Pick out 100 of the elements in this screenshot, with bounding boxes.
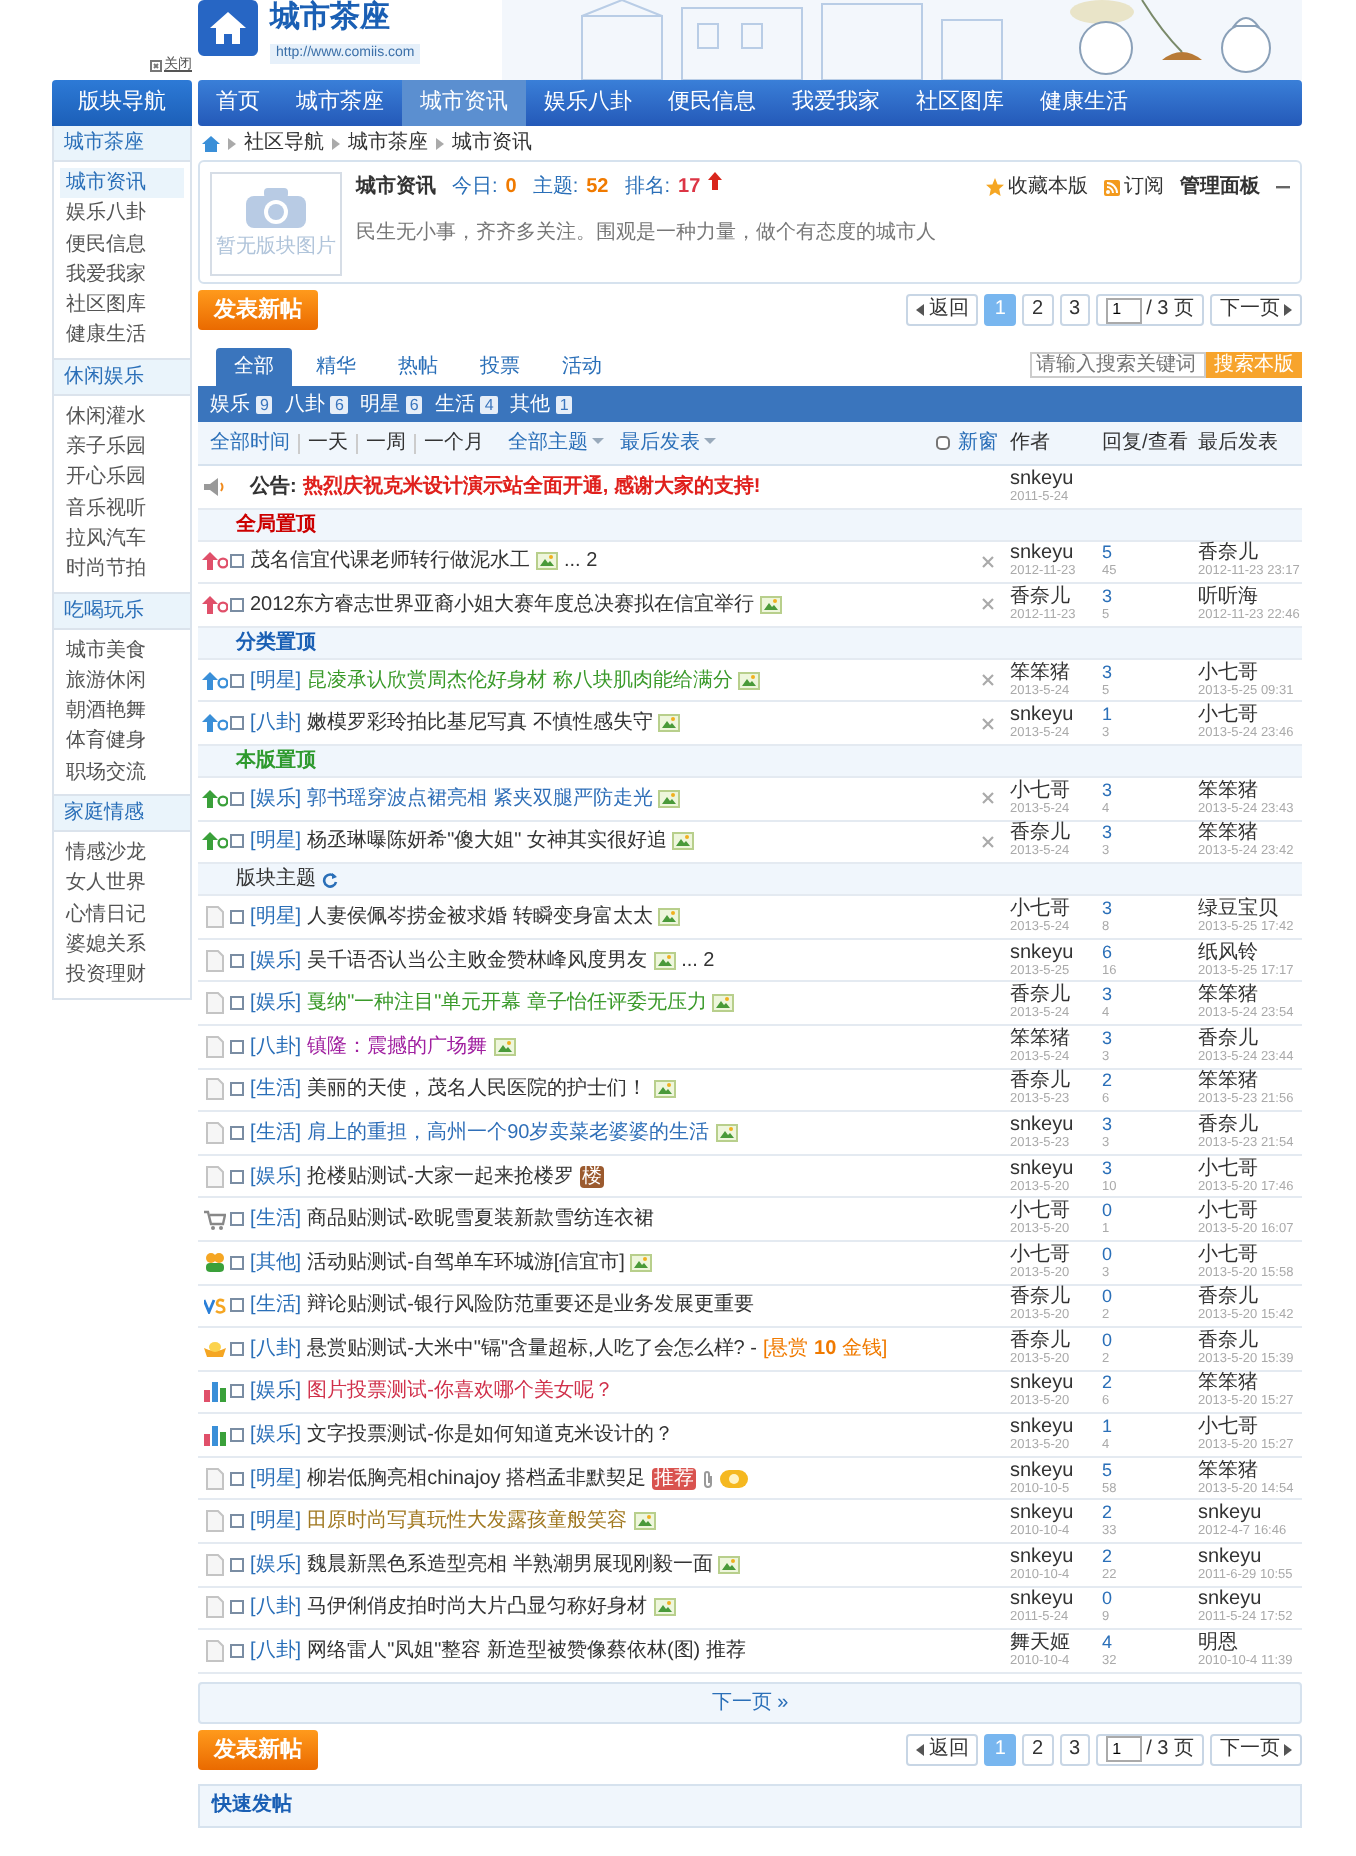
username-link[interactable]: 笨笨猪: [1010, 1027, 1102, 1050]
thread-title-link[interactable]: 柳岩低胸亮相chinajoy 搭档孟非默契足: [307, 1463, 647, 1494]
username-link[interactable]: 小七哥: [1198, 1243, 1302, 1266]
back-button[interactable]: 返回: [906, 294, 979, 326]
category-link[interactable]: [娱乐]: [250, 1549, 302, 1580]
username-link[interactable]: snkeyu: [1198, 1502, 1302, 1525]
username-link[interactable]: 小七哥: [1198, 661, 1302, 684]
nav-tab[interactable]: 首页: [198, 80, 278, 126]
checkbox-icon[interactable]: [230, 1082, 244, 1097]
thread-title-link[interactable]: 马伊俐俏皮拍时尚大片凸显匀称好身材: [307, 1592, 648, 1623]
username-link[interactable]: 小七哥: [1010, 779, 1102, 802]
sidebar-item[interactable]: 音乐视听: [60, 493, 184, 524]
checkbox-icon[interactable]: [230, 1298, 244, 1313]
thread-title-link[interactable]: 昆凌承认欣赏周杰伦好身材 称八块肌肉能给满分: [307, 665, 733, 696]
back-button[interactable]: 返回: [906, 1733, 979, 1766]
username-link[interactable]: snkeyu: [1010, 1372, 1102, 1395]
filter-tab[interactable]: 精华: [298, 348, 374, 386]
category-link[interactable]: [明星]: [250, 665, 302, 696]
username-link[interactable]: 舞天姬: [1010, 1632, 1102, 1655]
sidebar-item[interactable]: 投资理财: [60, 960, 184, 992]
time-filter-link[interactable]: 一周: [356, 433, 414, 453]
category-link[interactable]: 其他: [509, 389, 550, 419]
category-link[interactable]: [生活]: [250, 1117, 302, 1148]
nav-tab[interactable]: 健康生活: [1022, 80, 1146, 126]
category-link[interactable]: [娱乐]: [250, 1420, 302, 1451]
sidebar-group-header[interactable]: 家庭情感: [54, 794, 190, 833]
category-link[interactable]: [其他]: [250, 1247, 302, 1278]
category-link[interactable]: [八卦]: [250, 1592, 302, 1623]
username-link[interactable]: snkeyu: [1010, 704, 1102, 727]
username-link[interactable]: snkeyu: [1198, 1545, 1302, 1568]
home-icon[interactable]: [202, 135, 220, 151]
checkbox-icon[interactable]: [230, 1212, 244, 1227]
category-link[interactable]: [八卦]: [250, 1333, 302, 1364]
category-link[interactable]: [娱乐]: [250, 1376, 302, 1407]
thread-title-link[interactable]: 活动贴测试-自驾单车环城游[信宜市]: [307, 1247, 625, 1278]
category-link[interactable]: 八卦: [284, 389, 325, 419]
nav-tab[interactable]: 娱乐八卦: [526, 80, 650, 126]
next-page-bar[interactable]: 下一页 »: [198, 1681, 1302, 1724]
username-link[interactable]: 小七哥: [1198, 1200, 1302, 1223]
username-link[interactable]: snkeyu: [1198, 1588, 1302, 1611]
category-link[interactable]: [生活]: [250, 1074, 302, 1105]
sidebar-item[interactable]: 城市资讯: [60, 168, 184, 199]
username-link[interactable]: 香奈儿: [1198, 1329, 1302, 1352]
thread-title-link[interactable]: 美丽的天使，茂名人民医院的护士们！: [307, 1074, 648, 1105]
breadcrumb-link[interactable]: 社区导航: [244, 128, 324, 158]
thread-title-link[interactable]: 魏晨新黑色系造型亮相 半熟潮男展现刚毅一面: [307, 1549, 713, 1580]
checkbox-icon[interactable]: [230, 1600, 244, 1615]
sidebar-item[interactable]: 我爱我家: [60, 259, 184, 291]
category-link[interactable]: [明星]: [250, 826, 302, 857]
sidebar-item[interactable]: 职场交流: [60, 757, 184, 789]
sidebar-group-header[interactable]: 吃喝玩乐: [54, 591, 190, 630]
thread-title-link[interactable]: 人妻侯佩岑捞金被求婚 转瞬变身富太太: [307, 901, 653, 932]
sidebar-item[interactable]: 城市美食: [60, 635, 184, 666]
username-link[interactable]: 香奈儿: [1010, 1070, 1102, 1093]
sidebar-item[interactable]: 社区图库: [60, 290, 184, 321]
page-button[interactable]: 3: [1059, 294, 1091, 326]
time-filter-link[interactable]: 全部时间: [210, 433, 298, 453]
sidebar-item[interactable]: 休闲灌水: [60, 401, 184, 433]
sidebar-item[interactable]: 健康生活: [60, 320, 184, 352]
username-link[interactable]: 笨笨猪: [1198, 779, 1302, 802]
checkbox-icon[interactable]: [230, 791, 244, 806]
username-link[interactable]: snkeyu: [1010, 1502, 1102, 1525]
category-link[interactable]: [八卦]: [250, 1636, 302, 1667]
breadcrumb-link[interactable]: 城市资讯: [452, 128, 532, 158]
sidebar-item[interactable]: 心情日记: [60, 899, 184, 930]
new-window-checkbox[interactable]: [936, 436, 950, 450]
thread-title-link[interactable]: 图片投票测试-你喜欢哪个美女呢？: [307, 1376, 614, 1407]
checkbox-icon[interactable]: [230, 1169, 244, 1184]
username-link[interactable]: snkeyu: [1010, 941, 1102, 964]
time-filter-link[interactable]: 一个月: [414, 433, 492, 453]
page-links[interactable]: ... 2: [681, 945, 715, 976]
sidebar-item[interactable]: 拉风汽车: [60, 523, 184, 555]
nav-tab[interactable]: 城市茶座: [278, 80, 402, 126]
username-link[interactable]: 香奈儿: [1010, 585, 1102, 608]
sidebar-item[interactable]: 情感沙龙: [60, 838, 184, 869]
thread-title-link[interactable]: 郭书瑶穿波点裙亮相 紧夹双腿严防走光: [307, 783, 653, 814]
category-link[interactable]: [生活]: [250, 1290, 302, 1321]
thread-title-link[interactable]: 肩上的重担，高州一个90岁卖菜老婆婆的生活: [307, 1117, 710, 1148]
username-link[interactable]: 笨笨猪: [1198, 822, 1302, 845]
username-link[interactable]: snkeyu: [1010, 1157, 1102, 1180]
thread-title-link[interactable]: 抢楼贴测试-大家一起来抢楼罗: [307, 1161, 574, 1192]
username-link[interactable]: 笨笨猪: [1010, 661, 1102, 684]
thread-title-link[interactable]: 镇隆：震撼的广场舞: [307, 1031, 488, 1062]
category-link[interactable]: [娱乐]: [250, 1161, 302, 1192]
category-link[interactable]: [娱乐]: [250, 988, 302, 1019]
sidebar-item[interactable]: 娱乐八卦: [60, 198, 184, 230]
thread-title-link[interactable]: 戛纳"一种注目"单元开幕 章子怡任评委无压力: [307, 988, 707, 1019]
close-icon[interactable]: [982, 835, 994, 848]
checkbox-icon[interactable]: [230, 1125, 244, 1140]
username-link[interactable]: 笨笨猪: [1198, 984, 1302, 1007]
sort-dropdown[interactable]: 全部主题: [508, 428, 604, 458]
time-filter-link[interactable]: 一天: [298, 433, 356, 453]
username-link[interactable]: 小七哥: [1198, 1157, 1302, 1180]
thread-title-link[interactable]: 杨丞琳曝陈妍希"傻大姐" 女神其实很好追: [307, 826, 667, 857]
category-link[interactable]: 娱乐: [210, 389, 250, 419]
username-link[interactable]: 香奈儿: [1010, 822, 1102, 845]
category-link[interactable]: [明星]: [250, 1506, 302, 1537]
sort-dropdown[interactable]: 最后发表: [620, 428, 716, 458]
username-link[interactable]: 小七哥: [1198, 704, 1302, 727]
category-link[interactable]: 生活: [434, 389, 475, 419]
